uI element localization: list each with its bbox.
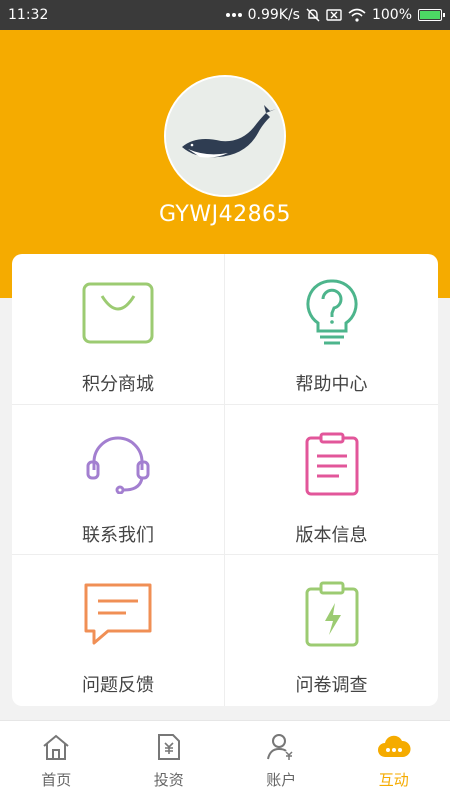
bottom-tabbar: 首页 投资 账户 互动 — [0, 720, 450, 801]
menu-grid: 积分商城 帮助中心 联系我们 版本信息 问题反馈 问卷调查 — [12, 254, 438, 706]
whale-avatar[interactable] — [164, 75, 286, 197]
clipboard-icon — [303, 429, 361, 499]
menu-item-label: 联系我们 — [82, 521, 154, 547]
bell-muted-icon — [306, 8, 320, 22]
survey-lightning-icon — [303, 579, 361, 649]
username: GYWJ42865 — [0, 202, 450, 227]
battery-percent: 100% — [372, 7, 412, 23]
tab-invest[interactable]: 投资 — [113, 721, 226, 801]
shopping-bag-icon — [82, 278, 154, 348]
home-icon — [41, 733, 71, 765]
question-bulb-icon — [304, 278, 360, 348]
wifi-icon — [348, 8, 366, 22]
headset-icon — [84, 429, 152, 499]
menu-item-feedback[interactable]: 问题反馈 — [12, 555, 225, 706]
interaction-cloud-icon — [377, 733, 411, 765]
tab-label: 首页 — [41, 769, 71, 790]
menu-item-label: 版本信息 — [296, 521, 368, 547]
status-bar: 11:32 0.99K/s 100% — [0, 0, 450, 30]
account-user-icon — [266, 733, 296, 765]
battery-charging-icon — [418, 9, 442, 21]
menu-item-contact-us[interactable]: 联系我们 — [12, 405, 225, 556]
close-box-icon — [326, 9, 342, 21]
menu-item-label: 积分商城 — [82, 370, 154, 396]
dots-icon — [226, 12, 242, 18]
tab-label: 投资 — [154, 769, 184, 790]
tab-account[interactable]: 账户 — [225, 721, 338, 801]
menu-item-label: 帮助中心 — [296, 370, 368, 396]
status-indicators: 0.99K/s 100% — [226, 7, 442, 23]
menu-item-label: 问题反馈 — [82, 671, 154, 697]
tab-label: 账户 — [266, 769, 296, 790]
status-time: 11:32 — [8, 7, 48, 23]
tab-home[interactable]: 首页 — [0, 721, 113, 801]
menu-item-survey[interactable]: 问卷调查 — [225, 555, 438, 706]
tab-interaction[interactable]: 互动 — [338, 721, 450, 801]
network-speed: 0.99K/s — [248, 7, 300, 23]
menu-item-label: 问卷调查 — [296, 671, 368, 697]
menu-item-help-center[interactable]: 帮助中心 — [225, 254, 438, 405]
chat-feedback-icon — [82, 579, 154, 649]
menu-item-version-info[interactable]: 版本信息 — [225, 405, 438, 556]
invest-document-icon — [156, 733, 182, 765]
tab-label: 互动 — [379, 769, 409, 790]
menu-item-points-mall[interactable]: 积分商城 — [12, 254, 225, 405]
